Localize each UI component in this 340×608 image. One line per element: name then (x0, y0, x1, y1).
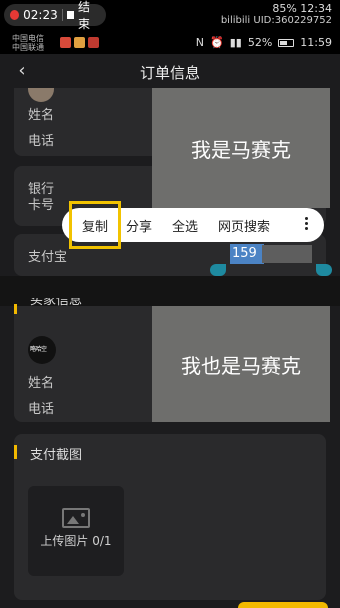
seller-phone-label: 电话 (28, 134, 55, 149)
selection-handle-left[interactable] (210, 264, 226, 276)
alarm-icon: ⏰ (210, 36, 224, 49)
carrier-2: 中国联通 (12, 43, 44, 52)
upload-label: 上传图片 0/1 (40, 534, 112, 548)
selection-handle-right[interactable] (316, 264, 332, 276)
overlay-status: 85% 12:34 bilibili UID:360229752 (221, 3, 332, 27)
submit-button-partial[interactable] (238, 602, 328, 608)
watermark-uid: UID:360229752 (253, 15, 332, 26)
battery-icon (278, 38, 295, 47)
text-context-menu: 复制 分享 全选 网页搜索 (62, 201, 324, 249)
stop-icon[interactable] (66, 11, 74, 19)
carrier-1: 中国电信 (12, 34, 44, 43)
image-icon (62, 508, 90, 528)
screen-record-bar: 02:23 结束 85% 12:34 bilibili UID:36022975… (0, 0, 340, 32)
mosaic-top-text: 我是马赛克 (191, 137, 291, 162)
seller-name-label: 姓名 (28, 108, 55, 123)
app-notification-icon (88, 37, 99, 48)
card-number-label: 卡号 (28, 198, 55, 213)
buyer-avatar-text: 略哈空 (30, 346, 47, 353)
app-notification-icon (74, 37, 85, 48)
overlay-battery: 85% (272, 2, 297, 15)
status-icons-right: N ⏰ ▮▮ 52% 11:59 (196, 36, 332, 49)
page-title: 订单信息 (139, 64, 200, 82)
stop-label[interactable]: 结束 (78, 0, 100, 32)
web-search-button[interactable]: 网页搜索 (218, 216, 270, 235)
status-time: 11:59 (300, 36, 332, 49)
mosaic-overlay-top: 我是马赛克 (152, 88, 330, 208)
screenshot-section-title: 支付截图 (30, 448, 83, 463)
select-all-button[interactable]: 全选 (172, 216, 198, 235)
status-bar: 中国电信 中国联通 N ⏰ ▮▮ 52% 11:59 (0, 32, 340, 54)
section-accent-bar (14, 304, 17, 314)
alipay-label: 支付宝 (28, 250, 68, 265)
separator (61, 9, 63, 21)
carrier-info: 中国电信 中国联通 (12, 34, 44, 52)
buyer-phone-label: 电话 (28, 402, 55, 417)
mosaic-overlay-bottom: 我也是马赛克 (152, 306, 330, 422)
record-time: 02:23 (23, 8, 58, 22)
share-button[interactable]: 分享 (126, 216, 152, 235)
copy-button[interactable]: 复制 (69, 201, 121, 249)
battery-percent: 52% (247, 36, 273, 49)
buyer-avatar: 略哈空 (28, 336, 56, 364)
watermark-site: bilibili (220, 15, 251, 26)
more-vert-icon[interactable] (305, 217, 308, 230)
overlay-time: 12:34 (300, 2, 332, 15)
app-notification-icon (60, 37, 71, 48)
buyer-name-label: 姓名 (28, 376, 55, 391)
notification-icons (60, 37, 99, 48)
section-accent-bar (14, 445, 17, 459)
record-control[interactable]: 02:23 结束 (4, 0, 106, 31)
record-dot-icon (10, 10, 20, 20)
signal-icon: ▮▮ (229, 36, 242, 49)
mosaic-bottom-text: 我也是马赛克 (181, 353, 301, 378)
alipay-number-mosaic (262, 245, 312, 263)
upload-image-button[interactable]: 上传图片 0/1 (28, 486, 124, 576)
alipay-number-selected[interactable]: 159 (230, 244, 264, 264)
nfc-icon: N (195, 36, 205, 49)
app-header: ‹ 订单信息 (0, 54, 340, 88)
buyer-section-title: 买家信息 (30, 298, 83, 308)
